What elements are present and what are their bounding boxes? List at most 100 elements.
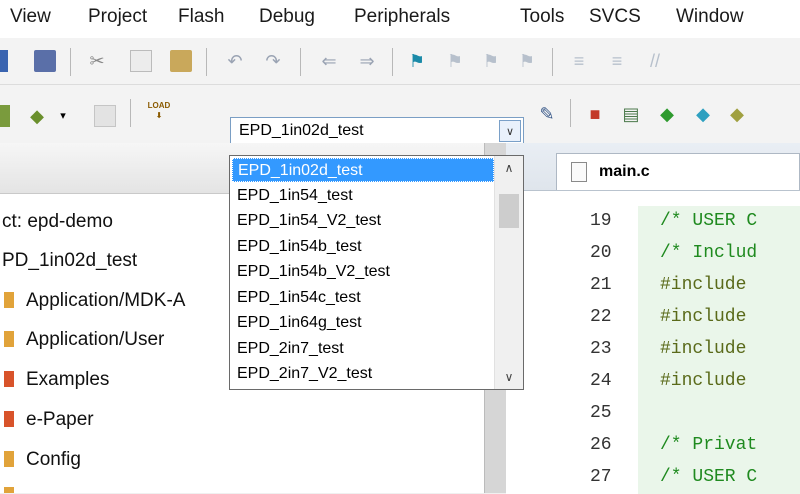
select-packs-icon[interactable]: ◆ (726, 103, 748, 125)
prev-bookmark-icon[interactable]: ⚑ (444, 50, 466, 72)
tree-group-epaper[interactable]: e-Paper (4, 409, 94, 435)
bookmark-flag-icon[interactable]: ⚑ (406, 50, 428, 72)
folder-icon (4, 371, 14, 387)
line-code: /* Includ (638, 238, 800, 270)
folder-icon (4, 451, 14, 467)
run-time-environment-icon[interactable]: ◆ (656, 103, 678, 125)
redo-icon[interactable]: ↷ (262, 50, 284, 72)
dropdown-option[interactable]: EPD_1in54c_test (232, 286, 494, 310)
tab-main-c[interactable]: main.c (556, 153, 800, 190)
file-extensions-icon[interactable]: ▤ (620, 103, 642, 125)
line-gutter: 26 (506, 430, 638, 462)
editor-tabstrip: main.c (506, 143, 800, 191)
toolbar-file-edit: ✂ ↶ ↷ ⇐ ⇒ ⚑ ⚑ ⚑ ⚑ ≡ ≡ // (0, 38, 800, 85)
rebuild-icon[interactable] (94, 105, 116, 127)
toolbar-separator (570, 99, 571, 127)
copy-icon[interactable] (130, 50, 152, 72)
line-gutter: 22 (506, 302, 638, 334)
line-number: 24 (590, 371, 612, 391)
navigate-forward-icon[interactable]: ⇒ (356, 50, 378, 72)
line-gutter: 24 (506, 366, 638, 398)
tree-group-application-user[interactable]: Application/User (4, 329, 164, 355)
line-gutter: 21 (506, 270, 638, 302)
undo-icon[interactable]: ↶ (224, 50, 246, 72)
dropdown-option[interactable]: EPD_1in54b_V2_test (232, 260, 494, 284)
line-gutter: 20 (506, 238, 638, 270)
code-line[interactable]: 22 #include (506, 302, 800, 334)
code-line[interactable]: 26 /* Privat (506, 430, 800, 462)
dropdown-option[interactable]: EPD_2in7_test (232, 337, 494, 361)
dropdown-option[interactable]: EPD_1in64g_test (232, 311, 494, 335)
tree-group-partial[interactable] (4, 485, 26, 493)
navigate-back-icon[interactable]: ⇐ (318, 50, 340, 72)
indent-icon[interactable]: ≡ (568, 50, 590, 72)
pack-installer-icon[interactable]: ◆ (692, 103, 714, 125)
menu-flash[interactable]: Flash (178, 6, 224, 28)
menu-view[interactable]: View (10, 6, 51, 28)
menu-peripherals[interactable]: Peripherals (354, 6, 450, 28)
save-all-icon[interactable] (34, 50, 56, 72)
line-code: /* USER C (638, 462, 800, 494)
dropdown-scrollbar[interactable]: ∧ ∨ (494, 156, 523, 389)
unindent-icon[interactable]: ≡ (606, 50, 628, 72)
load-icon[interactable]: LOAD ⬇ (146, 101, 172, 129)
menu-svcs[interactable]: SVCS (589, 6, 641, 28)
code-line[interactable]: 20 /* Includ (506, 238, 800, 270)
dropdown-arrow-icon[interactable]: ▾ (56, 105, 70, 127)
target-select[interactable]: EPD_1in02d_test ∨ (230, 117, 524, 145)
scroll-down-icon[interactable]: ∨ (495, 365, 523, 389)
line-number: 23 (590, 339, 612, 359)
manage-components-icon[interactable]: ■ (584, 103, 606, 125)
line-code: /* Privat (638, 430, 800, 462)
chevron-down-icon[interactable]: ∨ (499, 120, 521, 142)
tree-project-root[interactable]: ct: epd-demo (2, 211, 113, 237)
code-line[interactable]: 19 /* USER C (506, 206, 800, 238)
line-code: #include (638, 334, 800, 366)
tree-group-examples[interactable]: Examples (4, 369, 109, 395)
build-icon[interactable]: ◆ (26, 105, 48, 127)
toolbar-separator (206, 48, 207, 76)
line-gutter: 19 (506, 206, 638, 238)
code-text: #include (660, 307, 747, 327)
code-line[interactable]: 25 (506, 398, 800, 430)
dropdown-option[interactable]: EPD_1in54_test (232, 184, 494, 208)
line-gutter: 25 (506, 398, 638, 430)
target-options-icon[interactable]: ✎ (536, 103, 558, 125)
new-file-icon[interactable] (0, 50, 8, 72)
tree-group-config[interactable]: Config (4, 449, 81, 475)
menu-debug[interactable]: Debug (259, 6, 315, 28)
code-line[interactable]: 24 #include (506, 366, 800, 398)
dropdown-option[interactable]: EPD_1in02d_test (232, 158, 494, 182)
comment-icon[interactable]: // (644, 50, 666, 72)
compile-icon[interactable] (0, 105, 10, 127)
menu-project[interactable]: Project (88, 6, 147, 28)
dropdown-option[interactable]: EPD_1in54_V2_test (232, 209, 494, 233)
toolbar-separator (300, 48, 301, 76)
code-text: /* USER C (660, 467, 758, 487)
line-number: 26 (590, 435, 612, 455)
folder-icon (4, 411, 14, 427)
menu-tools[interactable]: Tools (520, 6, 564, 28)
line-code: /* USER C (638, 206, 800, 238)
code-line[interactable]: 21 #include (506, 270, 800, 302)
code-line[interactable]: 23 #include (506, 334, 800, 366)
code-text: #include (660, 339, 747, 359)
tree-group-application-mdk[interactable]: Application/MDK-A (4, 290, 185, 316)
toolbar-separator (70, 48, 71, 76)
paste-icon[interactable] (170, 50, 192, 72)
tree-target[interactable]: PD_1in02d_test (2, 250, 137, 276)
line-number: 27 (590, 467, 612, 487)
scroll-up-icon[interactable]: ∧ (495, 156, 523, 180)
cut-icon[interactable]: ✂ (86, 50, 108, 72)
dropdown-option[interactable]: EPD_2in7_V2_test (232, 362, 494, 386)
code-line[interactable]: 27 /* USER C (506, 462, 800, 494)
menu-window[interactable]: Window (676, 6, 744, 28)
line-number: 21 (590, 275, 612, 295)
scrollbar-thumb[interactable] (499, 194, 519, 228)
line-number: 19 (590, 211, 612, 231)
clear-bookmarks-icon[interactable]: ⚑ (516, 50, 538, 72)
dropdown-option[interactable]: EPD_1in54b_test (232, 235, 494, 259)
next-bookmark-icon[interactable]: ⚑ (480, 50, 502, 72)
folder-icon (4, 292, 14, 308)
toolbar-separator (392, 48, 393, 76)
